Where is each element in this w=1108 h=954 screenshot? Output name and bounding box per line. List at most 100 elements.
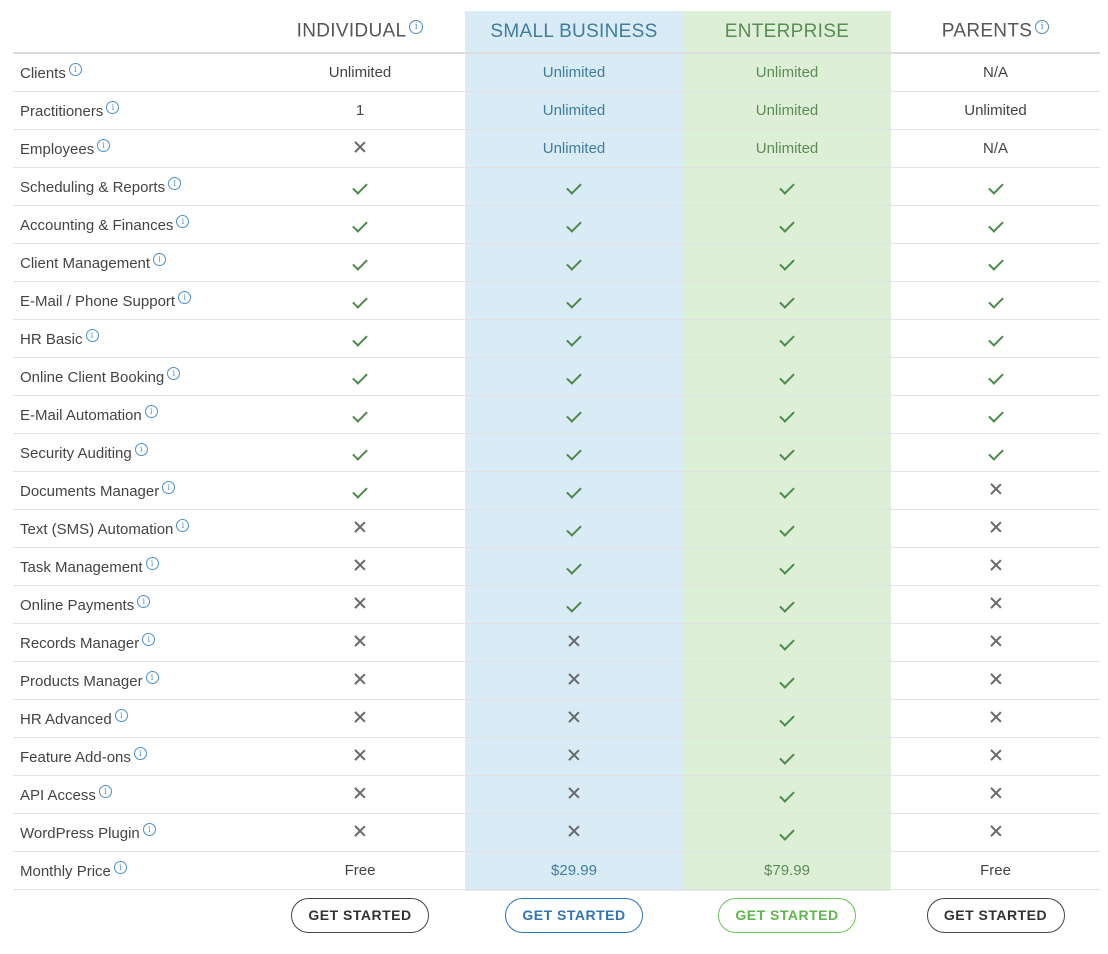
info-icon[interactable]: i [162,481,176,494]
info-icon[interactable]: i [153,253,167,266]
value-text: Unlimited [542,102,606,119]
value-cell-parents [891,330,1100,347]
cta-row: GET STARTED GET STARTED GET STARTED GET … [13,890,1100,940]
value-cell-parents [891,520,1100,537]
feature-label: Text (SMS) Automation [20,521,174,538]
value-cell-enterprise [683,786,891,803]
value-cell-enterprise: Unlimited [683,64,891,81]
value-cell-small-business [465,254,683,271]
checkmark-icon [987,293,1004,309]
cross-icon [990,673,1002,685]
checkmark-icon [352,445,368,461]
value-cell-small-business [465,748,683,765]
value-cell-small-business: Unlimited [465,64,683,81]
value-cell-small-business [465,824,683,841]
info-icon[interactable]: i [145,557,159,570]
value-text: N/A [982,140,1008,157]
info-icon[interactable]: i [145,671,159,684]
feature-label: Accounting & Finances [20,217,174,234]
info-icon[interactable]: i [178,291,192,304]
value-cell-parents [891,824,1100,841]
table-row: HR Basic i [13,320,1100,358]
value-cell-small-business [465,292,683,309]
info-icon[interactable]: i [97,139,111,152]
info-icon[interactable]: i [167,367,181,380]
info-icon[interactable]: i [142,633,156,646]
checkmark-icon [779,179,795,195]
value-cell-enterprise [683,482,891,499]
info-icon[interactable]: i [137,595,151,608]
cross-icon [354,521,366,533]
info-icon[interactable]: i [98,785,112,798]
info-icon[interactable]: i [168,177,182,190]
info-icon[interactable]: i [106,101,120,114]
plan-header-individual: INDIVIDUAL i [255,20,465,42]
table-row: HR Advanced i [13,700,1100,738]
info-icon[interactable]: i [409,20,424,35]
table-row: Records Manager i [13,624,1100,662]
get-started-enterprise-button[interactable]: GET STARTED [718,897,856,933]
value-text: Free [980,862,1011,879]
feature-label-cell: HR Basic i [13,329,255,348]
table-row: Accounting & Finances i [13,206,1100,244]
feature-label-cell: Task Management i [13,557,255,576]
checkmark-icon [352,369,368,385]
checkmark-icon [987,217,1004,233]
feature-rows: Clients i Unlimited Unlimited Unlimited N/A Pr… [13,54,1100,890]
feature-label: Clients [20,65,66,82]
value-cell-small-business [465,330,683,347]
plan-name: ENTERPRISE [724,20,850,42]
value-cell-parents [891,672,1100,689]
value-cell-enterprise: Unlimited [683,102,891,119]
value-cell-parents: N/A [891,140,1100,157]
checkmark-icon [987,369,1004,385]
info-icon[interactable]: i [134,443,148,456]
info-icon[interactable]: i [176,215,190,228]
info-icon[interactable]: i [133,747,147,760]
info-icon[interactable]: i [176,519,190,532]
plan-name: PARENTS [941,20,1033,42]
value-cell-parents [891,710,1100,727]
checkmark-icon [352,255,368,271]
checkmark-icon [566,293,582,309]
value-cell-enterprise [683,634,891,651]
get-started-parents-button[interactable]: GET STARTED [926,897,1065,933]
checkmark-icon [987,255,1004,271]
cross-icon [354,673,366,685]
value-cell-parents: N/A [891,64,1100,81]
cross-icon [990,787,1002,799]
value-cell-individual [255,634,465,651]
info-icon[interactable]: i [144,405,158,418]
feature-label-cell: Employees i [13,139,255,158]
value-cell-enterprise [683,558,891,575]
get-started-individual-button[interactable]: GET STARTED [291,897,429,933]
checkmark-icon [779,483,795,499]
table-row: Feature Add-ons i [13,738,1100,776]
table-row: Task Management i [13,548,1100,586]
info-icon[interactable]: i [85,329,99,342]
info-icon[interactable]: i [68,63,82,76]
value-text: Unlimited [328,64,392,81]
info-icon[interactable]: i [1035,20,1050,35]
table-row: Documents Manager i [13,472,1100,510]
info-icon[interactable]: i [113,861,127,874]
value-cell-individual [255,406,465,423]
feature-label: Monthly Price [20,863,111,880]
checkmark-icon [566,445,582,461]
cross-icon [568,635,580,647]
feature-label-cell: Records Manager i [13,633,255,652]
value-cell-parents [891,558,1100,575]
value-cell-enterprise [683,520,891,537]
checkmark-icon [779,787,795,803]
get-started-small-business-button[interactable]: GET STARTED [505,897,643,933]
info-icon[interactable]: i [114,709,128,722]
cross-icon [568,825,580,837]
feature-label-cell: Client Management i [13,253,255,272]
value-cell-small-business: Unlimited [465,140,683,157]
value-cell-small-business [465,482,683,499]
pricing-comparison-table: INDIVIDUAL i SMALL BUSINESS ENTERPRISE PA… [13,11,1100,940]
table-row: Online Payments i [13,586,1100,624]
info-icon[interactable]: i [142,823,156,836]
value-cell-enterprise [683,254,891,271]
value-cell-small-business [465,406,683,423]
